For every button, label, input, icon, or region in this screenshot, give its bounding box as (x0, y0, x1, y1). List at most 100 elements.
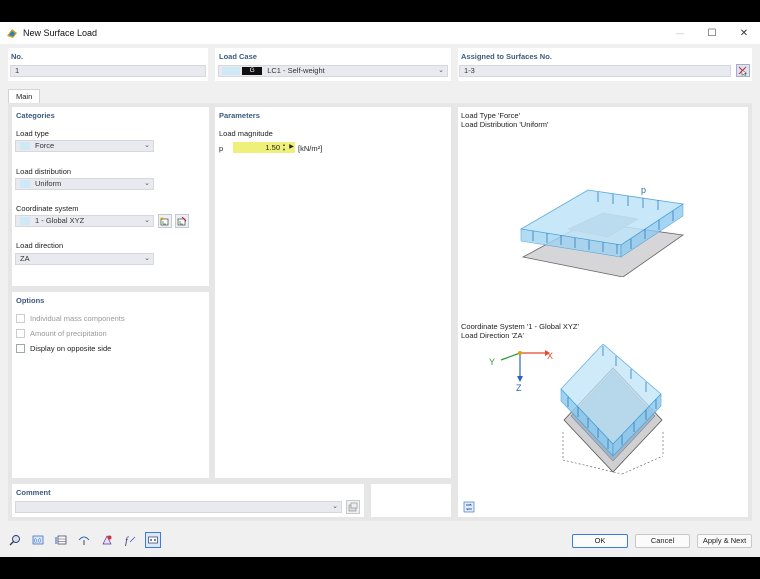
load-direction-label: Load direction (16, 241, 64, 250)
units-tool-button[interactable]: 0.0 (31, 533, 45, 547)
units-icon: 0.0 (32, 535, 44, 545)
load-case-select[interactable]: G LC1 - Self-weight ⌄ (218, 65, 448, 77)
load-case-color-swatch (222, 67, 240, 76)
comment-panel: Comment ⌄ (12, 484, 364, 517)
coordinate-system-swatch (20, 217, 30, 226)
checkbox-label: Amount of precipitation (30, 329, 107, 338)
checkbox-label: Display on opposite side (30, 344, 112, 353)
options-title: Options (16, 296, 45, 305)
model-view-tool-button[interactable] (145, 532, 161, 548)
maximize-button[interactable]: ☐ (696, 22, 728, 44)
tab-main[interactable]: Main (8, 89, 41, 104)
new-coordinate-system-button[interactable] (158, 214, 172, 228)
formula-tool-button[interactable]: f (123, 533, 137, 547)
assigned-panel: Assigned to Surfaces No. 1-3 (458, 48, 752, 81)
load-distribution-value: Uniform (35, 179, 62, 188)
checkbox-box (16, 314, 25, 323)
preview-load-distribution: Load Distribution 'Uniform' (461, 120, 549, 129)
app-icon (7, 29, 17, 38)
pick-surfaces-button[interactable] (736, 64, 750, 77)
axis-x-label: X (547, 351, 553, 361)
search-tool-button[interactable] (8, 533, 22, 547)
load-distribution-select[interactable]: Uniform ⌄ (15, 178, 154, 190)
axis-z-label: Z (516, 383, 522, 393)
formula-icon: f (125, 536, 136, 546)
assigned-label: Assigned to Surfaces No. (461, 52, 552, 61)
comment-library-button[interactable] (346, 500, 360, 514)
preview-direction-panel: Coordinate System '1 - Global XYZ' Load … (458, 318, 748, 517)
individual-mass-components-checkbox[interactable]: Individual mass components (16, 314, 125, 323)
help-tool-button[interactable] (77, 533, 91, 547)
coordinate-system-label: Coordinate system (16, 204, 79, 213)
comment-input[interactable]: ⌄ (15, 501, 342, 513)
checkbox-box (16, 329, 25, 338)
ok-button[interactable]: OK (572, 534, 628, 548)
edit-coordinate-system-icon (177, 216, 187, 226)
preview-load-panel: Load Type 'Force' Load Distribution 'Uni… (458, 107, 748, 318)
help-icon (78, 536, 90, 545)
comment-side-panel (371, 484, 451, 517)
coordinate-axes-diagram: X Y Z (489, 350, 553, 393)
chevron-down-icon: ⌄ (332, 503, 338, 510)
close-button[interactable]: ✕ (728, 22, 760, 44)
load-distribution-label: Load distribution (16, 167, 72, 176)
table-icon (55, 535, 67, 545)
model-view-icon (148, 536, 158, 544)
comment-label: Comment (16, 488, 51, 497)
minimize-icon: — (676, 28, 684, 38)
load-direction-select[interactable]: ZA ⌄ (15, 253, 154, 265)
chevron-down-icon: ⌄ (144, 217, 150, 224)
load-type-select[interactable]: Force ⌄ (15, 140, 154, 152)
chevron-down-icon: ⌄ (438, 67, 444, 74)
assigned-surfaces-input[interactable]: 1-3 (459, 65, 731, 77)
minimize-button[interactable]: — (664, 22, 696, 44)
coordinate-system-select[interactable]: 1 - Global XYZ ⌄ (15, 215, 154, 227)
settings-tool-button[interactable] (100, 533, 114, 547)
load-case-value: LC1 - Self-weight (267, 66, 325, 75)
coordinate-system-value: 1 - Global XYZ (35, 216, 85, 225)
new-coordinate-system-icon (160, 217, 169, 226)
checkbox-label: Individual mass components (30, 314, 125, 323)
display-on-opposite-side-checkbox[interactable]: Display on opposite side (16, 344, 111, 353)
load-distribution-swatch (20, 180, 30, 189)
amount-of-precipitation-checkbox[interactable]: Amount of precipitation (16, 329, 107, 338)
chevron-down-icon: ⌄ (144, 255, 150, 262)
load-type-label: Load type (16, 129, 49, 138)
options-panel: Options Individual mass components Amoun… (12, 292, 209, 478)
load-magnitude-label: Load magnitude (219, 129, 273, 138)
load-symbol-label: p (219, 144, 224, 153)
table-tool-button[interactable] (54, 533, 68, 547)
cancel-button[interactable]: Cancel (635, 534, 690, 548)
tab-strip: Main (8, 89, 41, 104)
preview-coordinate-system: Coordinate System '1 - Global XYZ' (461, 322, 579, 331)
categories-title: Categories (16, 111, 55, 120)
load-p-label: p (641, 185, 646, 195)
switch-view-button[interactable] (462, 500, 476, 514)
no-input[interactable]: 1 (10, 65, 206, 77)
load-direction-diagram (560, 344, 664, 475)
axis-y-label: Y (489, 357, 495, 367)
assigned-value: 1-3 (464, 66, 475, 75)
unit-label: [kN/m²] (298, 144, 323, 153)
preview-load-direction: Load Direction 'ZA' (461, 331, 524, 340)
apply-next-button[interactable]: Apply & Next (697, 534, 752, 548)
checkbox-box (16, 344, 25, 353)
svg-text:0.0: 0.0 (34, 539, 41, 545)
switch-view-icon (463, 501, 475, 513)
menu-arrow-icon[interactable]: ▶ (288, 142, 295, 153)
chevron-down-icon: ⌄ (144, 180, 150, 187)
maximize-icon: ☐ (707, 27, 717, 39)
spinner-icon[interactable]: ▲ ▼ (281, 142, 287, 153)
preview-load-type: Load Type 'Force' (461, 111, 521, 120)
pick-cursor-icon (738, 66, 748, 76)
edit-coordinate-system-button[interactable] (175, 214, 189, 228)
chevron-down-icon: ⌄ (144, 142, 150, 149)
load-type-value: Force (35, 141, 55, 150)
library-icon (348, 502, 358, 512)
title-bar: New Surface Load — ☐ ✕ (0, 22, 760, 44)
load-magnitude-value: 1.50 (265, 143, 280, 152)
parameters-title: Parameters (219, 111, 260, 120)
load-direction-value: ZA (20, 254, 30, 263)
load-case-panel: Load Case G LC1 - Self-weight ⌄ (215, 48, 451, 81)
load-distribution-diagram: p (519, 185, 685, 277)
